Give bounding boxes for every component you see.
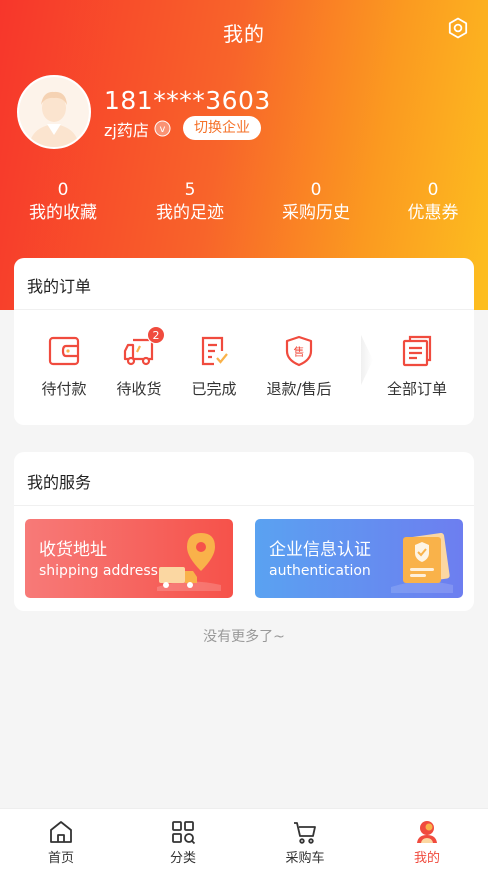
- stat-footprints[interactable]: 5 我的足迹: [129, 180, 251, 225]
- tab-label: 首页: [47, 851, 74, 866]
- stat-number: 0: [57, 180, 69, 200]
- no-more-text: 没有更多了~: [203, 629, 285, 645]
- cart-icon: [294, 822, 316, 844]
- profile-icon: [417, 821, 437, 843]
- orders-title: 我的订单: [27, 277, 92, 296]
- completed-icon: [201, 336, 228, 366]
- service-subtitle: authentication: [269, 563, 371, 579]
- stat-coupons[interactable]: 0 优惠券: [372, 180, 488, 225]
- stat-favorites[interactable]: 0 我的收藏: [2, 180, 124, 225]
- wallet-icon: [48, 336, 80, 366]
- home-icon: [50, 821, 72, 843]
- service-title: 企业信息认证: [269, 540, 371, 560]
- stat-number: 0: [427, 180, 439, 200]
- stat-number: 5: [184, 180, 196, 200]
- order-item-label: 全部订单: [386, 380, 447, 398]
- user-phone: 181****3603: [104, 86, 271, 115]
- stat-label: 我的足迹: [156, 203, 224, 223]
- order-item-label: 退款/售后: [266, 380, 332, 398]
- stat-label: 优惠券: [407, 203, 459, 223]
- stat-label: 我的收藏: [29, 203, 97, 223]
- tab-home[interactable]: 首页: [0, 819, 122, 866]
- order-all[interactable]: 全部订单: [367, 334, 467, 399]
- bottom-tab-bar: 首页 分类 采购车 我的: [0, 808, 488, 874]
- stat-label: 采购历史: [282, 203, 350, 223]
- service-title: 收货地址: [39, 540, 107, 560]
- gear-icon[interactable]: [446, 16, 470, 40]
- verified-icon: v: [154, 120, 171, 137]
- services-title: 我的服务: [27, 473, 92, 492]
- stat-number: 0: [310, 180, 322, 200]
- avatar[interactable]: [17, 75, 91, 149]
- page-title: 我的: [223, 22, 265, 46]
- tab-label: 我的: [413, 851, 440, 866]
- order-count-badge: 2: [147, 326, 165, 344]
- location-pin-icon: [157, 533, 221, 591]
- tab-label: 分类: [169, 851, 196, 866]
- enterprise-authentication-button[interactable]: 企业信息认证 authentication: [255, 519, 463, 598]
- category-icon: [172, 821, 196, 845]
- certificate-icon: [391, 532, 453, 593]
- orders-list-icon: [402, 335, 432, 367]
- service-subtitle: shipping address: [39, 563, 158, 579]
- shield-icon: 售: [285, 335, 313, 367]
- tab-label: 采购车: [285, 851, 325, 866]
- shipping-address-button[interactable]: 收货地址 shipping address: [25, 519, 233, 598]
- stat-purchase-history[interactable]: 0 采购历史: [255, 180, 377, 225]
- tab-cart[interactable]: 采购车: [244, 819, 366, 866]
- shop-name: zj药店: [104, 121, 149, 140]
- switch-company-button[interactable]: 切换企业: [183, 116, 261, 140]
- order-refund[interactable]: 售 退款/售后: [249, 334, 349, 399]
- divider: [14, 309, 474, 310]
- tab-category[interactable]: 分类: [122, 819, 244, 866]
- svg-text:v: v: [160, 124, 166, 135]
- tab-profile[interactable]: 我的: [366, 819, 488, 866]
- divider: [14, 505, 474, 506]
- svg-text:售: 售: [294, 345, 305, 359]
